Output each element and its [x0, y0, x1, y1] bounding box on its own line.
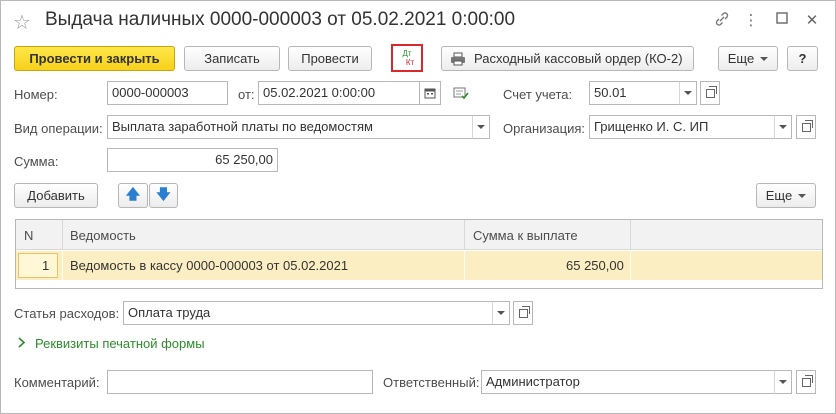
save-button[interactable]: Записать — [184, 46, 280, 71]
date-field[interactable]: 05.02.2021 0:00:00 — [258, 81, 420, 105]
dt-label: Дт — [402, 49, 412, 58]
page-title: Выдача наличных 0000-000003 от 05.02.202… — [45, 9, 516, 30]
more-menu-icon[interactable]: ⋮ — [742, 11, 760, 29]
link-icon[interactable] — [713, 11, 731, 31]
column-header-n[interactable]: N — [24, 228, 33, 243]
favorite-star-icon[interactable]: ☆ — [13, 10, 31, 35]
chevron-right-icon[interactable] — [17, 336, 26, 351]
column-header-amount[interactable]: Сумма к выплате — [473, 228, 578, 243]
organization-field[interactable]: Грищенко И. С. ИП — [589, 115, 775, 139]
document-check-icon[interactable] — [453, 86, 469, 103]
organization-dropdown-icon[interactable] — [774, 115, 792, 139]
dt-kt-button[interactable]: Дт Кт — [391, 44, 423, 72]
move-up-button[interactable]: 🡅 — [118, 183, 148, 208]
post-and-close-button[interactable]: Провести и закрыть — [14, 46, 175, 71]
move-down-button[interactable]: 🡇 — [149, 183, 178, 208]
expense-open-icon[interactable] — [513, 301, 533, 325]
operation-label: Вид операции: — [14, 121, 103, 136]
account-label: Счет учета: — [503, 87, 573, 102]
account-dropdown-icon[interactable] — [679, 81, 697, 105]
row-statement[interactable]: Ведомость в кассу 0000-000003 от 05.02.2… — [70, 258, 348, 273]
table-more-label: Еще — [765, 188, 793, 203]
more-button[interactable]: Еще — [718, 46, 778, 71]
expense-label: Статья расходов: — [14, 306, 120, 321]
table-more-button[interactable]: Еще — [756, 183, 816, 208]
add-row-button[interactable]: Добавить — [14, 183, 98, 208]
sum-field[interactable]: 65 250,00 — [107, 148, 278, 172]
document-window: ☆ Выдача наличных 0000-000003 от 05.02.2… — [0, 0, 836, 414]
expense-dropdown-icon[interactable] — [492, 301, 510, 325]
responsible-open-icon[interactable] — [796, 370, 816, 394]
organization-label: Организация: — [503, 121, 586, 136]
operation-dropdown-icon[interactable] — [472, 115, 490, 139]
operation-field[interactable]: Выплата заработной платы по ведомостям — [107, 115, 473, 139]
number-label: Номер: — [14, 87, 58, 102]
statements-table: N Ведомость Сумма к выплате 1 Ведомость … — [15, 219, 823, 289]
print-details-link[interactable]: Реквизиты печатной формы — [35, 336, 205, 351]
row-number: 1 — [42, 258, 50, 273]
expense-field[interactable]: Оплата труда — [123, 301, 493, 325]
chevron-down-icon — [798, 193, 807, 198]
account-field[interactable]: 50.01 — [589, 81, 680, 105]
responsible-label: Ответственный: — [383, 375, 480, 390]
comment-label: Комментарий: — [14, 375, 100, 390]
sum-label: Сумма: — [14, 154, 59, 169]
post-button[interactable]: Провести — [288, 46, 372, 71]
close-icon[interactable]: ✕ — [803, 11, 821, 29]
kt-label: Кт — [405, 58, 415, 67]
printer-icon — [450, 52, 466, 66]
more-label: Еще — [727, 51, 755, 66]
arrow-up-icon: 🡅 — [125, 185, 141, 202]
responsible-field[interactable]: Администратор — [481, 370, 775, 394]
cash-order-print-button[interactable]: Расходный кассовый ордер (КО-2) — [441, 46, 694, 71]
comment-field[interactable] — [107, 370, 373, 394]
organization-open-icon[interactable] — [796, 115, 816, 139]
table-header — [16, 220, 822, 250]
help-button[interactable]: ? — [787, 46, 818, 71]
number-field[interactable]: 0000-000003 — [107, 81, 228, 105]
row-amount[interactable]: 65 250,00 — [566, 258, 624, 273]
calendar-icon[interactable] — [419, 81, 441, 105]
row-number-cell[interactable] — [18, 253, 58, 278]
column-header-statement[interactable]: Ведомость — [70, 228, 136, 243]
maximize-icon[interactable] — [773, 11, 791, 28]
responsible-dropdown-icon[interactable] — [774, 370, 792, 394]
chevron-down-icon — [760, 56, 769, 61]
arrow-down-icon: 🡇 — [156, 185, 171, 202]
cash-order-label: Расходный кассовый ордер (КО-2) — [474, 51, 683, 66]
date-label: от: — [238, 87, 255, 102]
account-open-icon[interactable] — [700, 81, 720, 105]
